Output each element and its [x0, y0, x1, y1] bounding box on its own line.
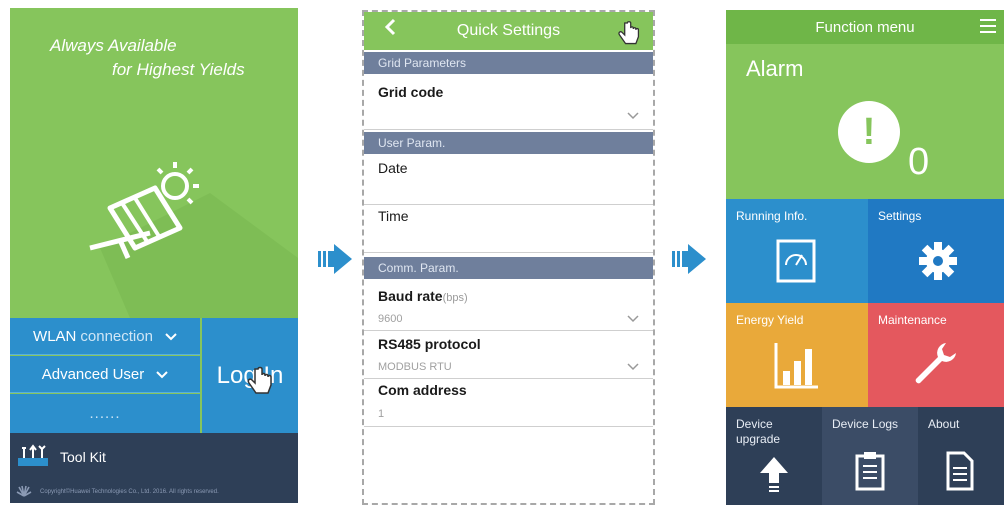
wrench-icon [915, 343, 956, 384]
baud-rate-label: Baud rate(bps) [378, 288, 468, 304]
bar-chart-icon [774, 343, 818, 389]
maintenance-tile[interactable]: Maintenance [868, 303, 1004, 407]
field-divider [364, 378, 653, 379]
com-address-value[interactable]: 1 [378, 408, 384, 420]
time-label[interactable]: Time [378, 208, 409, 224]
quick-settings-titlebar: Quick Settings [364, 12, 653, 50]
wlan-connection-select[interactable]: WLAN connection [10, 318, 200, 355]
user-type-select[interactable]: Advanced User [10, 356, 200, 393]
field-divider [364, 129, 653, 130]
settings-tile[interactable]: Settings [868, 199, 1004, 303]
hand-cursor-icon [618, 21, 640, 45]
chevron-down-icon[interactable] [627, 363, 639, 371]
meter-icon [776, 239, 816, 283]
device-upgrade-label-line1: Device [736, 417, 773, 431]
chevron-down-icon[interactable] [627, 315, 639, 323]
document-icon [946, 451, 974, 491]
wlan-label-suffix: connection [80, 327, 153, 345]
settings-label: Settings [878, 209, 922, 223]
toolkit-bar[interactable]: Tool Kit [10, 433, 298, 481]
about-tile[interactable]: About [918, 407, 1004, 505]
quick-settings-title: Quick Settings [456, 22, 561, 39]
tagline-line2: for Highest Yields [112, 60, 245, 79]
com-address-label: Com address [378, 382, 467, 398]
device-upgrade-label-line2: upgrade [736, 432, 781, 446]
flow-arrow-icon [318, 244, 352, 274]
alarm-title: Alarm [746, 56, 804, 81]
user-type-label: Advanced User [41, 365, 145, 383]
device-logs-label: Device Logs [832, 417, 899, 431]
running-info-tile[interactable]: Running Info. [726, 199, 868, 303]
field-divider [364, 252, 653, 253]
menu-list-icon[interactable] [980, 18, 996, 34]
section-comm-param: Comm. Param. [364, 257, 653, 279]
flow-arrow-icon [672, 244, 706, 274]
function-menu-title: Function menu [815, 18, 915, 36]
about-label: About [928, 417, 960, 431]
function-menu-screen: Function menu Alarm ! 0 Running Info. Se… [726, 10, 1004, 505]
energy-yield-label: Energy Yield [736, 313, 804, 327]
password-field[interactable]: ...... [10, 394, 200, 433]
rs485-label: RS485 protocol [378, 336, 481, 352]
gear-icon [919, 242, 957, 280]
running-info-label: Running Info. [736, 209, 808, 223]
chevron-down-icon[interactable] [627, 112, 639, 120]
function-menu-titlebar: Function menu [726, 10, 1004, 44]
toolkit-label: Tool Kit [60, 449, 106, 465]
back-chevron-icon[interactable] [384, 18, 396, 42]
section-user-param: User Param. [364, 132, 653, 154]
device-logs-tile[interactable]: Device Logs [822, 407, 918, 505]
alarm-count: 0 [908, 141, 930, 183]
section-grid-parameters: Grid Parameters [364, 52, 653, 74]
energy-yield-tile[interactable]: Energy Yield [726, 303, 868, 407]
copyright-footer: Copyright©Huawei Technologies Co., Ltd. … [10, 481, 298, 503]
alarm-exclamation-icon: ! [838, 101, 900, 163]
baud-rate-label-text: Baud rate [378, 288, 443, 304]
date-label[interactable]: Date [378, 160, 408, 176]
quick-settings-screen: Quick Settings Grid Parameters Grid code… [362, 10, 655, 505]
rs485-value[interactable]: MODBUS RTU [378, 361, 452, 373]
chevron-down-icon [156, 367, 168, 382]
chevron-down-icon [165, 329, 177, 344]
tagline-line1: Always Available [50, 36, 177, 55]
login-screen: Always Available for Highest Yields WLAN… [10, 8, 298, 503]
device-upgrade-tile[interactable]: Device upgrade [726, 407, 822, 505]
wlan-label: WLAN [33, 327, 77, 345]
baud-rate-value[interactable]: 9600 [378, 313, 402, 325]
copyright-text: Copyright©Huawei Technologies Co., Ltd. … [40, 489, 219, 495]
baud-rate-unit: (bps) [442, 292, 468, 304]
field-divider [364, 204, 653, 205]
field-divider [364, 330, 653, 331]
maintenance-label: Maintenance [878, 313, 947, 327]
toolkit-icon [16, 443, 50, 471]
grid-code-label: Grid code [378, 84, 444, 100]
device-upgrade-label: Device upgrade [736, 417, 780, 447]
password-value: ...... [89, 405, 121, 422]
huawei-logo-icon [16, 485, 32, 499]
alarm-tile[interactable]: Alarm ! 0 [726, 44, 1004, 199]
upload-arrow-icon [760, 457, 788, 492]
hand-cursor-icon [247, 366, 272, 394]
solar-panel-icon [89, 162, 199, 260]
clipboard-icon [855, 452, 885, 491]
field-divider [364, 426, 653, 427]
